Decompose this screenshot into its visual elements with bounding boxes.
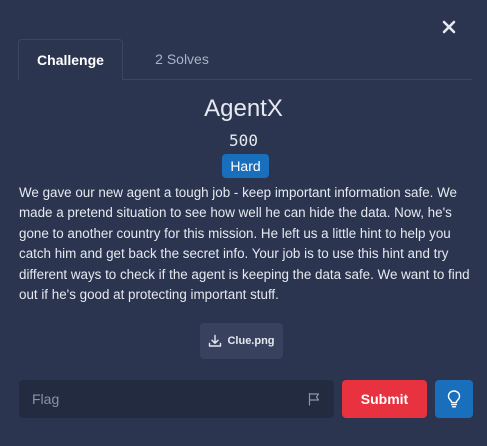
close-icon [442, 20, 456, 34]
flag-icon [308, 392, 320, 406]
tab-bar: Challenge 2 Solves [18, 39, 472, 81]
hint-button[interactable] [435, 380, 473, 418]
download-icon [209, 334, 222, 347]
tab-challenge[interactable]: Challenge [18, 39, 123, 81]
challenge-description: We gave our new agent a tough job - keep… [19, 185, 470, 303]
close-button[interactable] [438, 16, 460, 38]
challenge-points: 500 [229, 131, 258, 150]
submit-button[interactable]: Submit [342, 380, 427, 418]
flag-field [19, 380, 334, 418]
tab-solves[interactable]: 2 Solves [130, 39, 234, 80]
challenge-title: AgentX [204, 95, 283, 122]
flag-input[interactable] [19, 380, 299, 418]
lightbulb-icon [447, 390, 461, 408]
file-download-button[interactable]: Clue.png [200, 323, 283, 359]
file-name: Clue.png [227, 335, 275, 347]
challenge-modal: Challenge 2 Solves AgentX 500 Hard We ga… [0, 0, 487, 446]
difficulty-badge: Hard [222, 154, 269, 178]
